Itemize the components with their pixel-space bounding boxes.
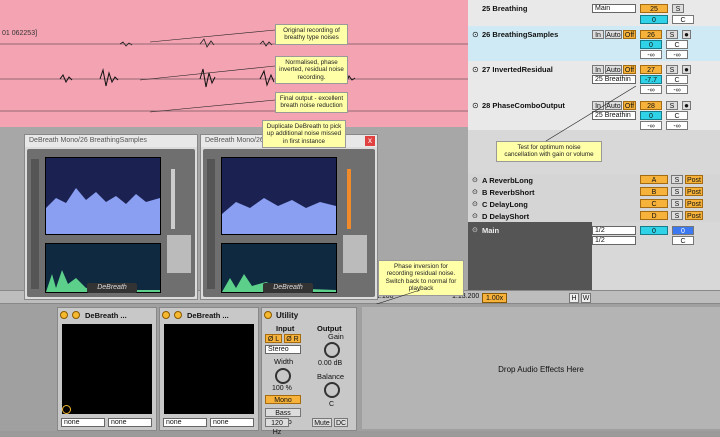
balance-value: C xyxy=(329,401,335,408)
mono-button[interactable]: Mono xyxy=(265,395,301,404)
knob-icon[interactable] xyxy=(62,405,71,414)
dc-button[interactable]: DC xyxy=(334,418,348,427)
balance-knob[interactable] xyxy=(324,382,340,398)
width-label: Width xyxy=(274,357,294,366)
sidechain-select[interactable]: none xyxy=(163,418,207,427)
channel-mode-select[interactable]: Stereo xyxy=(265,345,301,354)
wrench-icon[interactable] xyxy=(174,311,182,319)
power-icon[interactable] xyxy=(162,311,170,319)
gain-value: 0.00 dB xyxy=(318,360,343,367)
width-value: 100 % xyxy=(272,385,292,392)
sidechain-select-2[interactable]: none xyxy=(210,418,254,427)
bass-freq-field[interactable]: 120 Hz xyxy=(265,418,289,436)
debreath-device-1[interactable]: DeBreath ... none none xyxy=(57,307,157,431)
phase-left-button[interactable]: Ø L xyxy=(265,334,282,343)
drop-zone[interactable]: Drop Audio Effects Here xyxy=(362,307,720,429)
device-display xyxy=(164,324,254,414)
phase-right-button[interactable]: Ø R xyxy=(284,334,301,343)
drop-zone-label: Drop Audio Effects Here xyxy=(498,365,584,374)
device-title: DeBreath ... xyxy=(187,311,229,320)
wrench-icon[interactable] xyxy=(72,311,80,319)
debreath-device-2[interactable]: DeBreath ... none none xyxy=(159,307,259,431)
utility-device[interactable]: Utility Input Output Ø L Ø R Stereo Widt… xyxy=(261,307,357,436)
balance-label: Balance xyxy=(317,372,345,381)
sidechain-select[interactable]: none xyxy=(61,418,105,427)
power-icon[interactable] xyxy=(264,311,272,319)
width-knob[interactable] xyxy=(275,368,291,384)
bass-mono-button[interactable]: Bass Mono xyxy=(265,408,301,426)
sidechain-select-2[interactable]: none xyxy=(108,418,152,427)
device-title: DeBreath ... xyxy=(85,311,127,320)
input-label: Input xyxy=(276,324,295,333)
device-display xyxy=(62,324,152,414)
power-icon[interactable] xyxy=(60,311,68,319)
gain-label: Gain xyxy=(328,332,344,341)
mute-button[interactable]: Mute xyxy=(312,418,332,427)
device-title: Utility xyxy=(276,311,299,320)
gain-knob[interactable] xyxy=(324,342,340,358)
